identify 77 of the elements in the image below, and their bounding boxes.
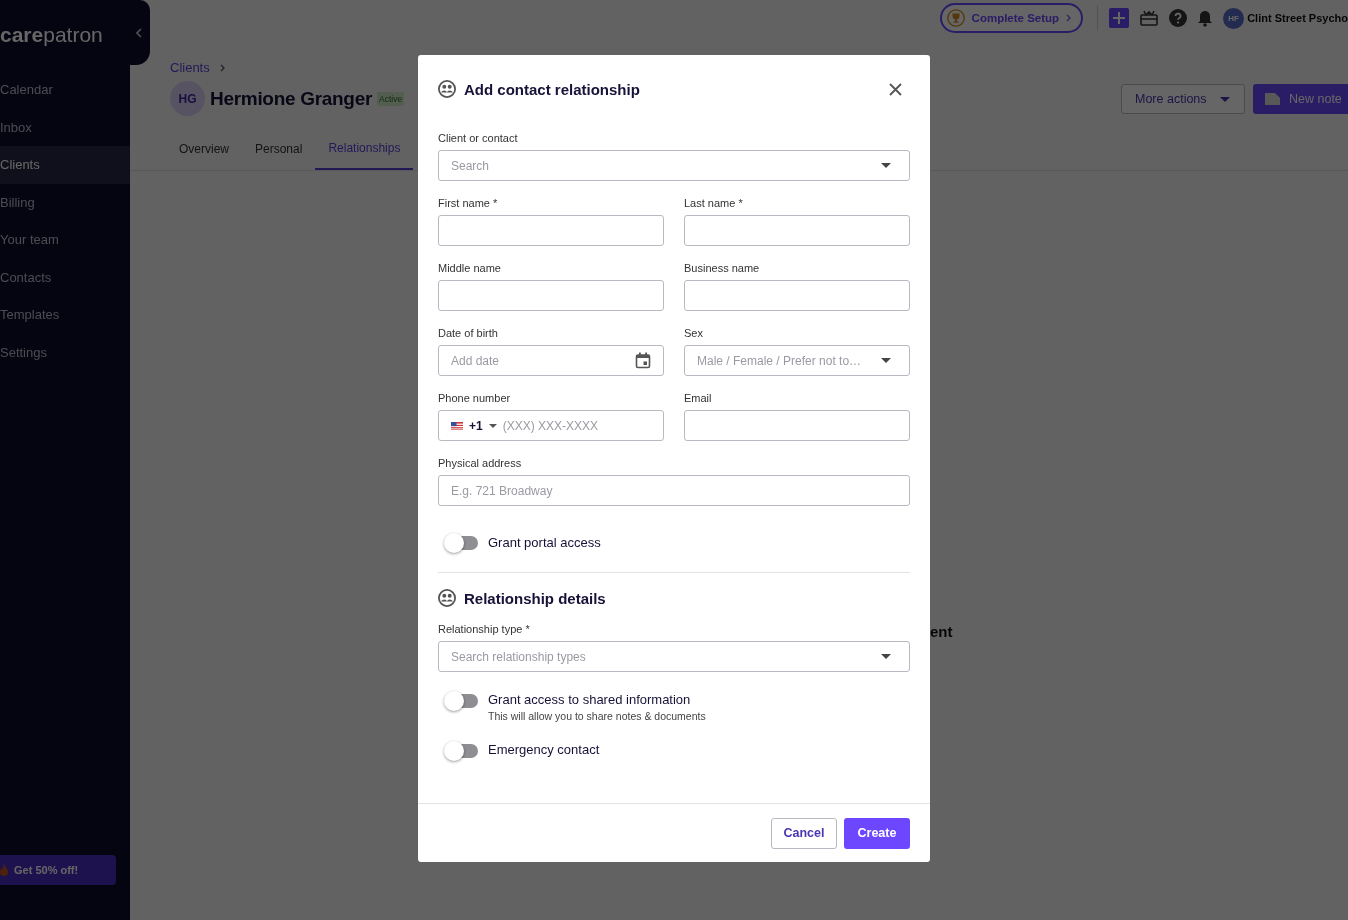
collapse-tab[interactable] — [128, 0, 150, 65]
caret-icon[interactable] — [488, 423, 497, 428]
nav-item[interactable]: Clients — [0, 146, 130, 184]
nav-item[interactable]: Inbox — [0, 108, 130, 146]
logo[interactable]: carepatron — [0, 0, 130, 65]
toggle-description: This will allow you to share notes & documents — [488, 710, 706, 722]
caret-icon — [881, 163, 891, 168]
field-label: Phone number — [438, 392, 512, 406]
setup-button[interactable]: Complete Setup — [939, 3, 1084, 33]
create-button[interactable]: Create — [844, 817, 910, 849]
phone-field[interactable]: +1 (XXX) XXX-XXXX — [438, 410, 664, 441]
trophy-icon — [946, 9, 965, 27]
caret-icon — [881, 358, 891, 363]
calendar-icon[interactable] — [635, 352, 651, 369]
empty-state-text: ent — [930, 623, 953, 640]
toggle-label: Grant access to shared information — [488, 692, 692, 707]
select-field[interactable]: Search relationship types — [438, 641, 910, 672]
more-actions-button[interactable]: More actions — [1121, 84, 1245, 114]
tab[interactable]: Overview — [166, 132, 242, 170]
chevron-left-icon — [136, 27, 142, 38]
nav-item[interactable]: Calendar — [0, 71, 130, 109]
select-field[interactable]: Male / Female / Prefer not to… — [684, 345, 910, 376]
avatar[interactable]: HF — [1223, 7, 1245, 29]
country-code[interactable]: +1 — [469, 418, 483, 433]
input-field[interactable]: E.g. 721 Broadway — [438, 475, 910, 506]
cancel-button[interactable]: Cancel — [771, 817, 837, 849]
client-avatar: HG — [170, 81, 205, 116]
note-icon — [1265, 93, 1280, 105]
toggle-switch[interactable] — [446, 744, 478, 758]
dialog-title: Add contact relationship — [464, 80, 640, 98]
caret-icon — [1220, 96, 1230, 102]
field-label: Relationship type * — [438, 623, 531, 637]
close-icon[interactable] — [889, 82, 902, 96]
fire-icon — [0, 864, 8, 876]
field-label: Date of birth — [438, 327, 499, 341]
help-icon[interactable] — [1169, 9, 1188, 27]
input-field[interactable] — [438, 280, 664, 311]
toggle-switch[interactable] — [446, 694, 478, 708]
chevron-right-icon — [219, 63, 225, 72]
tab[interactable]: Relationships — [315, 132, 414, 170]
nav-item[interactable]: Contacts — [0, 258, 130, 296]
input-field[interactable] — [438, 215, 664, 246]
nav-item[interactable]: Your team — [0, 221, 130, 259]
chevron-right-icon — [1066, 14, 1072, 22]
field-label: Sex — [684, 327, 704, 341]
people-icon — [438, 80, 456, 98]
add-icon[interactable] — [1109, 8, 1130, 28]
promo-button[interactable]: Get 50% off! — [0, 855, 116, 885]
field-label: Middle name — [438, 262, 502, 276]
new-note-button[interactable]: New note — [1253, 84, 1348, 114]
gift-icon[interactable] — [1140, 10, 1159, 26]
input-field[interactable] — [684, 410, 910, 441]
flag-icon — [451, 421, 463, 430]
field-label: Client or contact — [438, 132, 519, 146]
field-label: Email — [684, 392, 713, 406]
field-label: Physical address — [438, 457, 523, 471]
nav-item[interactable]: Templates — [0, 296, 130, 334]
toggle-label: Grant portal access — [488, 534, 601, 550]
field-label: Last name * — [684, 197, 744, 211]
people-icon — [438, 589, 456, 607]
date-field[interactable]: Add date — [438, 345, 664, 376]
input-field[interactable] — [684, 215, 910, 246]
client-name: Hermione Granger — [210, 87, 373, 110]
select-field[interactable]: Search — [438, 150, 910, 181]
breadcrumb-link[interactable]: Clients — [170, 60, 210, 75]
field-label: First name * — [438, 197, 499, 211]
section-title: Relationship details — [464, 589, 606, 607]
field-label: Business name — [684, 262, 761, 276]
account-name[interactable]: Clint Street Psycho — [1247, 12, 1348, 24]
toggle-label: Emergency contact — [488, 742, 600, 757]
status-badge: Active — [377, 91, 405, 106]
nav-item[interactable]: Settings — [0, 333, 130, 371]
input-field[interactable] — [684, 280, 910, 311]
toggle-switch[interactable] — [446, 536, 478, 550]
caret-icon — [881, 654, 891, 659]
tab[interactable]: Personal — [242, 132, 316, 170]
bell-icon[interactable] — [1198, 9, 1213, 27]
